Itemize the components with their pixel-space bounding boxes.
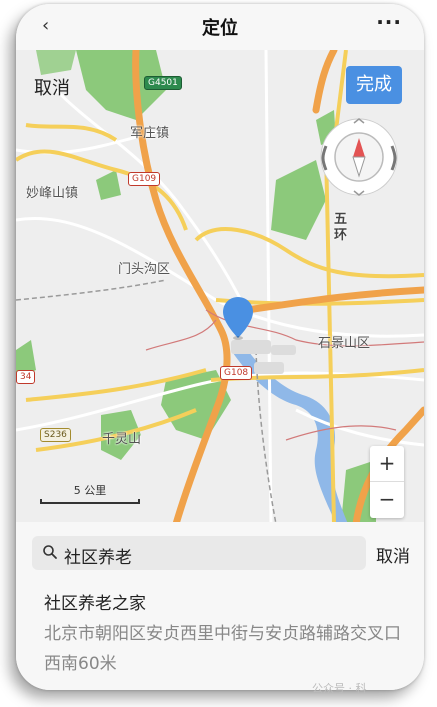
zoom-out-button[interactable]: − — [370, 482, 404, 518]
zoom-in-button[interactable]: + — [370, 446, 404, 482]
result-address: 北京市朝阳区安贞西里中街与安贞路辅路交叉口西南60米 — [44, 624, 401, 674]
list-item[interactable]: 社区养老之家 北京市朝阳区安贞西里中街与安贞路辅路交叉口西南60米 — [44, 592, 416, 679]
search-panel: 社区养老 取消 社区养老之家 北京市朝阳区安贞西里中街与安贞路辅路交叉口西南60… — [16, 522, 424, 690]
watermark: 公众号 · 科 — [312, 682, 367, 695]
location-pin-icon[interactable] — [222, 296, 254, 340]
map-view[interactable]: 取消 完成 G4501 G109 G108 S236 34 军庄镇 妙峰山镇 门… — [16, 50, 424, 524]
page-title: 定位 — [202, 18, 238, 39]
navigation-bar: ‹ 定位 ··· — [16, 4, 424, 50]
search-cancel-button[interactable]: 取消 — [376, 542, 410, 567]
scale-label: 5 公里 — [73, 484, 107, 497]
scale-bar — [40, 499, 140, 504]
done-button[interactable]: 完成 — [346, 66, 402, 104]
road-shield-g108: G108 — [220, 366, 253, 380]
more-dots-icon[interactable]: ··· — [376, 10, 402, 34]
search-input-value: 社区养老 — [64, 548, 132, 568]
road-shield-red: 34 — [16, 370, 36, 384]
result-name: 社区养老之家 — [44, 594, 146, 614]
compass-icon — [320, 118, 398, 196]
map-label-mentougou: 门头沟区 — [118, 262, 171, 277]
road-shield-g4501: G4501 — [144, 76, 182, 90]
map-label-fifth-ring-2: 环 — [334, 228, 348, 243]
zoom-control: + − — [370, 446, 404, 518]
map-scale: 5 公里 — [40, 482, 140, 506]
phone-frame: ‹ 定位 ··· 取消 完成 G4501 G109 G108 S236 34 军… — [16, 4, 424, 690]
map-label-junzhuang: 军庄镇 — [130, 126, 170, 141]
map-label-miaofengshan: 妙峰山镇 — [26, 186, 79, 201]
map-label-qianlingshan: 千灵山 — [102, 432, 142, 447]
search-input[interactable]: 社区养老 — [32, 536, 366, 570]
road-shield-g109: G109 — [128, 172, 161, 186]
road-shield-s236: S236 — [40, 428, 71, 442]
compass-control[interactable] — [318, 116, 400, 198]
search-icon — [43, 545, 57, 559]
map-label-shijingshan: 石景山区 — [318, 336, 371, 351]
map-cancel-button[interactable]: 取消 — [34, 74, 70, 100]
